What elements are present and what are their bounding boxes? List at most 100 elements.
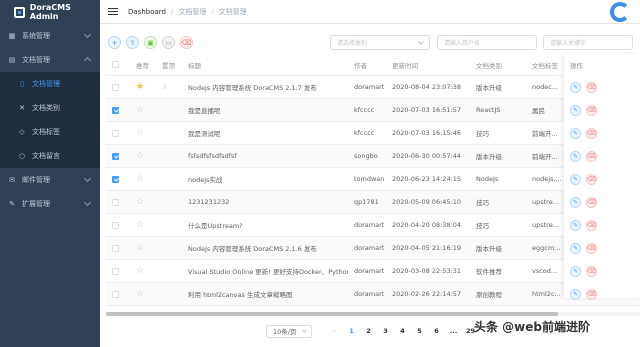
delete-button[interactable]: ⌫: [586, 289, 597, 300]
delete-button[interactable]: ⌫: [586, 105, 597, 116]
row-title[interactable]: Visual Studio Online 更新! 更好支持Docker、Pyth…: [188, 260, 348, 282]
table-row[interactable]: ☆ Visual Studio Online 更新! 更好支持Docker、Pyt…: [106, 260, 640, 283]
user-avatar[interactable]: [610, 2, 630, 22]
upload-button[interactable]: ⇪: [126, 36, 139, 49]
edit-button[interactable]: ✎: [570, 151, 581, 162]
star-icon[interactable]: ☆: [136, 151, 144, 161]
row-title[interactable]: Nodejs 内容管理系统 DoraCMS 2.1.7 发布: [188, 76, 348, 98]
add-button[interactable]: +: [108, 36, 121, 49]
edit-button[interactable]: ✎: [570, 289, 581, 300]
keyword-search-input[interactable]: 请输入关键字: [543, 35, 633, 50]
page-size-select[interactable]: 10条/页: [266, 324, 312, 338]
delete-button[interactable]: ⌫: [586, 220, 597, 231]
sidebar-item-document-category[interactable]: ✕ 文档类别: [0, 96, 100, 120]
draft-button[interactable]: ▭: [162, 36, 175, 49]
edit-button[interactable]: ✎: [570, 105, 581, 116]
move-button[interactable]: ▣: [144, 36, 157, 49]
row-title[interactable]: 1231231232: [188, 191, 348, 213]
star-icon[interactable]: ☆: [136, 243, 144, 253]
row-checkbox[interactable]: [112, 221, 119, 229]
star-icon[interactable]: ☆: [136, 174, 144, 184]
edit-button[interactable]: ✎: [570, 82, 581, 93]
edit-button[interactable]: ✎: [570, 243, 581, 254]
page-number[interactable]: 4: [394, 327, 411, 335]
table-row[interactable]: ☆ 什么是Upstream? doramart 2020-04-20 08:38:04…: [106, 214, 640, 237]
pin-icon[interactable]: ⇩: [162, 83, 168, 91]
page-number[interactable]: 2: [360, 327, 377, 335]
breadcrumb-item[interactable]: Dashboard: [128, 8, 166, 16]
hamburger-icon[interactable]: [108, 6, 118, 17]
delete-button[interactable]: ⌫: [586, 266, 597, 277]
select-all-checkbox[interactable]: [112, 54, 119, 75]
prev-page-icon[interactable]: ‹: [326, 327, 343, 335]
star-icon[interactable]: ☆: [136, 105, 144, 115]
document-icon: ▤: [8, 56, 16, 64]
row-title[interactable]: fsfsdfsfsdfsdfsf: [188, 145, 348, 167]
horizontal-scrollbar[interactable]: [106, 312, 640, 316]
edit-button[interactable]: ✎: [570, 128, 581, 139]
page-number[interactable]: 5: [411, 327, 428, 335]
page-number[interactable]: 6: [428, 327, 445, 335]
row-checkbox[interactable]: [112, 83, 119, 91]
sidebar-item-system[interactable]: ▦ 系统管理: [0, 24, 100, 48]
row-time: 2020-05-09 06:45:10: [392, 198, 462, 206]
brand[interactable]: DoraCMS Admin: [0, 0, 100, 24]
row-title[interactable]: 什么是Upstream?: [188, 214, 348, 236]
star-icon[interactable]: ☆: [136, 128, 144, 138]
table-row[interactable]: ☆ Nodejs 内容管理系统 DoraCMS 2.1.6 发布 doramart 2…: [106, 237, 640, 260]
category-select[interactable]: 请选择类别: [330, 35, 430, 50]
recommend-cell: ☆: [136, 99, 144, 121]
batch-delete-button[interactable]: ⌫: [180, 36, 193, 49]
delete-button[interactable]: ⌫: [586, 82, 597, 93]
edit-button[interactable]: ✎: [570, 220, 581, 231]
sidebar-item-document-manage[interactable]: ▯ 文档管理: [0, 72, 100, 96]
star-icon[interactable]: ☆: [136, 220, 144, 230]
row-actions: ✎ ⌫: [570, 99, 602, 122]
scrollbar-thumb[interactable]: [106, 312, 558, 316]
row-title[interactable]: Nodejs 内容管理系统 DoraCMS 2.1.6 发布: [188, 237, 348, 259]
delete-button[interactable]: ⌫: [586, 128, 597, 139]
sidebar-item-document[interactable]: ▤ 文档管理: [0, 48, 100, 72]
table-row[interactable]: ☆ 我是测试呢 kfcccc 2020-07-03 16:15:46 技巧 前端开...: [106, 122, 640, 145]
page-ellipsis[interactable]: ...: [445, 327, 462, 335]
row-checkbox[interactable]: [112, 152, 119, 160]
row-title[interactable]: nodejs实战: [188, 168, 348, 190]
user-search-input[interactable]: 请输入用户名: [437, 35, 537, 50]
table-row[interactable]: ☆ fsfsdfsfsdfsdfsf songbo 2020-06-30 00:57:…: [106, 145, 640, 168]
row-tag: html2c...: [532, 290, 561, 298]
page-number[interactable]: 1: [343, 327, 360, 335]
sidebar-item-document-tag[interactable]: ◇ 文档标签: [0, 120, 100, 144]
table-row[interactable]: ☆ 利用 html2canvas 生成文章缩略图 doramart 2020-02-2…: [106, 283, 640, 306]
row-title[interactable]: 我是测试呢: [188, 122, 348, 144]
star-icon[interactable]: ☆: [136, 197, 144, 207]
star-icon[interactable]: ☆: [136, 289, 144, 299]
sidebar-item-extension[interactable]: ✎ 扩展管理: [0, 192, 100, 216]
row-checkbox[interactable]: [112, 198, 119, 206]
checkbox[interactable]: [112, 61, 119, 68]
edit-button[interactable]: ✎: [570, 197, 581, 208]
row-title[interactable]: 利用 html2canvas 生成文章缩略图: [188, 283, 348, 305]
row-title[interactable]: 我是直播呢: [188, 99, 348, 121]
table-row[interactable]: ★ ⇩ Nodejs 内容管理系统 DoraCMS 2.1.7 发布 doramart…: [106, 76, 640, 99]
sidebar-item-document-comment[interactable]: ○ 文档留言: [0, 144, 100, 168]
delete-button[interactable]: ⌫: [586, 151, 597, 162]
row-checkbox[interactable]: [112, 244, 119, 252]
table-row[interactable]: ☆ 1231231232 qp1781 2020-05-09 06:45:10 技巧 up…: [106, 191, 640, 214]
row-checkbox[interactable]: [112, 106, 119, 114]
page-number[interactable]: 3: [377, 327, 394, 335]
row-checkbox[interactable]: [112, 129, 119, 137]
row-checkbox[interactable]: [112, 290, 119, 298]
edit-button[interactable]: ✎: [570, 266, 581, 277]
delete-button[interactable]: ⌫: [586, 243, 597, 254]
trash-icon: ⌫: [587, 199, 596, 206]
star-icon[interactable]: ☆: [136, 266, 144, 276]
table-row[interactable]: ☆ nodejs实战 tomdwan 2020-06-23 14:24:15 NodeJ…: [106, 168, 640, 191]
row-checkbox[interactable]: [112, 267, 119, 275]
row-checkbox[interactable]: [112, 175, 119, 183]
table-row[interactable]: ☆ 我是直播呢 kfcccc 2020-07-03 16:51:57 ReactJS 属民: [106, 99, 640, 122]
edit-button[interactable]: ✎: [570, 174, 581, 185]
sidebar-item-mail[interactable]: ✉ 邮件管理: [0, 168, 100, 192]
delete-button[interactable]: ⌫: [586, 174, 597, 185]
star-icon[interactable]: ★: [136, 82, 144, 92]
delete-button[interactable]: ⌫: [586, 197, 597, 208]
